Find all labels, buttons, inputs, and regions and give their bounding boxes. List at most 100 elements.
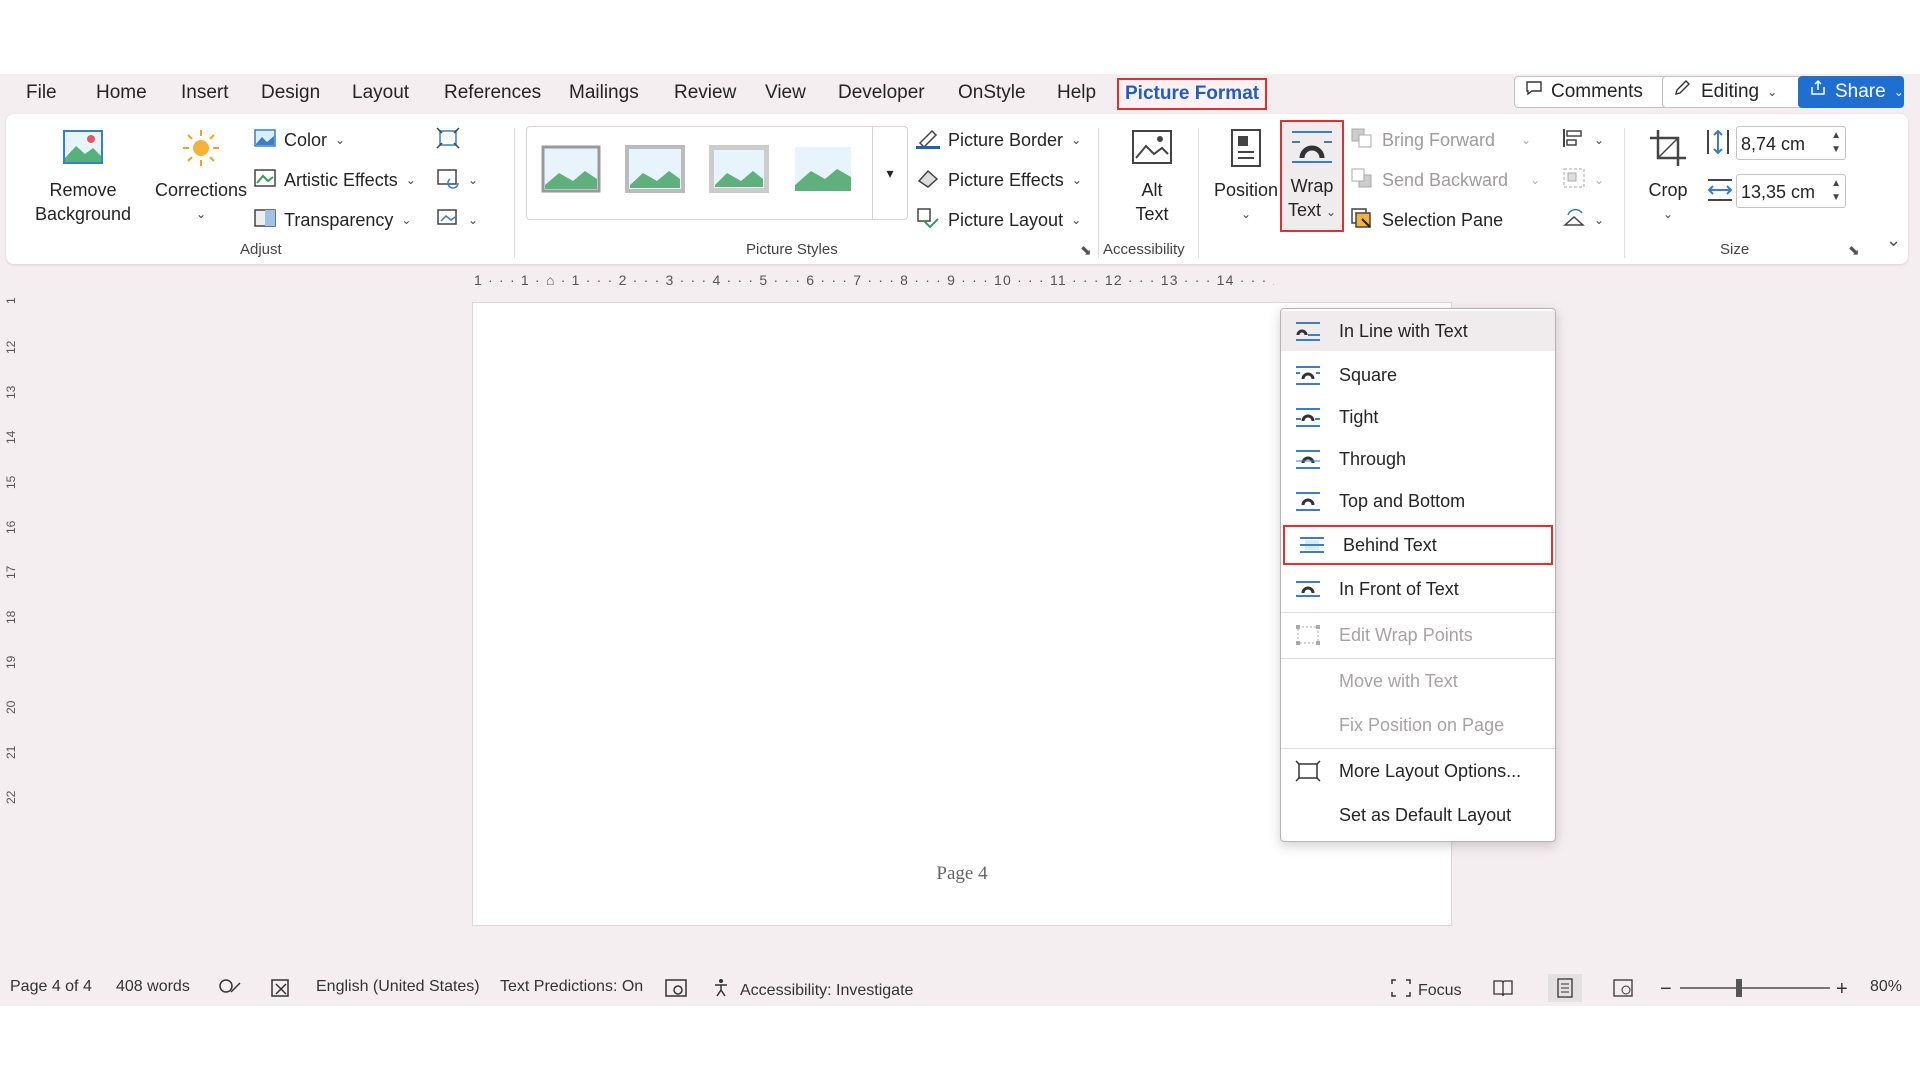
ruler-tick: 22 <box>4 790 18 804</box>
bring-forward-button[interactable]: Bring Forward ⌄ <box>1350 126 1531 154</box>
tab-design[interactable]: Design <box>257 80 324 106</box>
style-thumbnail-2[interactable] <box>625 145 685 193</box>
remove-background-button[interactable]: Remove Background <box>28 128 138 226</box>
menu-divider <box>1281 658 1555 659</box>
read-mode-icon[interactable] <box>1492 978 1514 998</box>
alt-text-label-1: Alt <box>1141 180 1163 200</box>
menu-item-label: Behind Text <box>1343 534 1437 555</box>
macro-icon[interactable] <box>664 978 688 998</box>
tab-home[interactable]: Home <box>92 80 151 106</box>
dialog-launcher-icon[interactable]: ⬊ <box>1080 242 1092 259</box>
width-value: 13,35 cm <box>1741 182 1816 202</box>
ruler-tick: 12 <box>4 340 18 354</box>
compress-pictures-button[interactable] <box>436 126 460 154</box>
crop-button[interactable]: Crop ⌄ <box>1638 128 1698 226</box>
change-picture-button[interactable]: ⌄ <box>436 166 478 194</box>
tab-file[interactable]: File <box>22 80 61 106</box>
menu-item-label: More Layout Options... <box>1339 760 1522 781</box>
tab-references[interactable]: References <box>440 80 545 106</box>
track-changes-icon[interactable] <box>270 978 292 998</box>
picture-effects-button[interactable]: Picture Effects ⌄ <box>916 166 1082 194</box>
vertical-ruler[interactable]: 1 12 13 14 15 16 17 18 19 20 21 22 <box>4 294 20 954</box>
tab-picture-format[interactable]: Picture Format <box>1117 78 1268 110</box>
pencil-icon <box>1673 76 1693 108</box>
zoom-slider[interactable] <box>1680 987 1830 989</box>
color-button[interactable]: Color ⌄ <box>254 126 345 154</box>
menu-item-fix-position-on-page[interactable]: Fix Position on Page <box>1281 705 1555 745</box>
corrections-button[interactable]: Corrections ⌄ <box>146 128 256 226</box>
selection-pane-button[interactable]: Selection Pane <box>1350 206 1503 234</box>
wrap-text-menu: In Line with Text Square Tight Through T… <box>1280 308 1556 842</box>
picture-styles-gallery: ▾ <box>526 126 908 220</box>
spinner-icon[interactable]: ▲ ▼ <box>1831 129 1841 157</box>
zoom-level[interactable]: 80% <box>1870 978 1902 996</box>
accessibility-status[interactable]: Accessibility: Investigate <box>712 978 913 1003</box>
transparency-button[interactable]: Transparency ⌄ <box>254 206 411 234</box>
crop-label: Crop <box>1648 180 1688 200</box>
menu-item-tight[interactable]: Tight <box>1281 397 1555 437</box>
style-thumbnail-1[interactable] <box>541 145 601 193</box>
text-predictions-status[interactable]: Text Predictions: On <box>500 978 643 996</box>
tab-layout[interactable]: Layout <box>348 80 413 106</box>
send-backward-button[interactable]: Send Backward ⌄ <box>1350 166 1540 194</box>
share-button[interactable]: Share ⌄ <box>1798 76 1904 108</box>
spinner-icon[interactable]: ▲ ▼ <box>1831 177 1841 205</box>
tab-onstyle[interactable]: OnStyle <box>954 80 1030 106</box>
horizontal-ruler[interactable]: 1 · · · 1 · ⌂ · 1 · · · 2 · · · 3 · · · … <box>474 272 1274 294</box>
tab-insert[interactable]: Insert <box>177 80 233 106</box>
menu-item-edit-wrap-points[interactable]: Edit Wrap Points <box>1281 615 1555 655</box>
picture-layout-button[interactable]: Picture Layout ⌄ <box>916 206 1081 234</box>
proofing-icon[interactable] <box>218 978 242 998</box>
picture-styles-group-label: Picture Styles <box>746 241 838 258</box>
menu-item-more-layout-options[interactable]: More Layout Options... <box>1281 751 1555 791</box>
send-backward-icon <box>1350 167 1374 194</box>
height-value: 8,74 cm <box>1741 134 1806 154</box>
page-count[interactable]: Page 4 of 4 <box>10 978 92 996</box>
tab-review[interactable]: Review <box>670 80 740 106</box>
tab-view[interactable]: View <box>761 80 810 106</box>
rotate-button[interactable]: ⌄ <box>1562 206 1604 234</box>
menu-item-in-front-of-text[interactable]: In Front of Text <box>1281 569 1555 609</box>
focus-button[interactable]: Focus <box>1390 978 1462 1003</box>
ruler-tick: 15 <box>4 475 18 489</box>
width-field[interactable]: 13,35 cm ▲ ▼ <box>1736 174 1846 208</box>
picture-border-button[interactable]: Picture Border ⌄ <box>916 126 1081 154</box>
zoom-out-icon[interactable]: − <box>1660 978 1672 1001</box>
collapse-ribbon-icon[interactable]: ⌄ <box>1886 230 1901 251</box>
tab-help[interactable]: Help <box>1053 80 1100 106</box>
style-thumbnail-4[interactable] <box>793 145 853 193</box>
artistic-effects-button[interactable]: Artistic Effects ⌄ <box>254 166 416 194</box>
style-thumbnail-3[interactable] <box>708 144 770 194</box>
menu-item-label: Top and Bottom <box>1339 490 1466 511</box>
alt-text-button[interactable]: Alt Text <box>1114 128 1190 226</box>
tab-mailings[interactable]: Mailings <box>565 80 643 106</box>
language-status[interactable]: English (United States) <box>316 978 480 996</box>
web-layout-icon[interactable] <box>1612 978 1634 998</box>
print-layout-icon[interactable] <box>1548 974 1582 1002</box>
menu-item-through[interactable]: Through <box>1281 439 1555 479</box>
zoom-slider-thumb[interactable] <box>1736 979 1742 997</box>
sun-icon <box>146 128 256 174</box>
zoom-in-icon[interactable]: + <box>1836 978 1848 1001</box>
dialog-launcher-icon[interactable]: ⬊ <box>1848 242 1860 259</box>
position-button[interactable]: Position ⌄ <box>1206 128 1286 226</box>
menu-item-move-with-text[interactable]: Move with Text <box>1281 661 1555 701</box>
menu-item-top-and-bottom[interactable]: Top and Bottom <box>1281 481 1555 521</box>
align-icon <box>1562 127 1586 154</box>
gallery-more-button[interactable]: ▾ <box>872 127 907 219</box>
menu-item-square[interactable]: Square <box>1281 355 1555 395</box>
menu-item-in-line-with-text[interactable]: In Line with Text <box>1281 311 1555 351</box>
align-button[interactable]: ⌄ <box>1562 126 1604 154</box>
height-field[interactable]: 8,74 cm ▲ ▼ <box>1736 126 1846 160</box>
word-count[interactable]: 408 words <box>116 978 190 996</box>
group-objects-button[interactable]: ⌄ <box>1562 166 1604 194</box>
accessibility-icon <box>712 978 734 1003</box>
reset-picture-button[interactable]: ⌄ <box>436 206 478 234</box>
tab-developer[interactable]: Developer <box>834 80 929 106</box>
ruler-tick: 1 <box>4 297 18 304</box>
wrap-text-button[interactable]: Wrap Text ⌄ <box>1280 120 1344 232</box>
editing-button[interactable]: Editing ⌄ <box>1662 76 1802 108</box>
menu-item-behind-text[interactable]: Behind Text <box>1283 525 1553 565</box>
menu-item-set-as-default-layout[interactable]: Set as Default Layout <box>1281 795 1555 835</box>
comments-button[interactable]: Comments <box>1514 76 1684 108</box>
